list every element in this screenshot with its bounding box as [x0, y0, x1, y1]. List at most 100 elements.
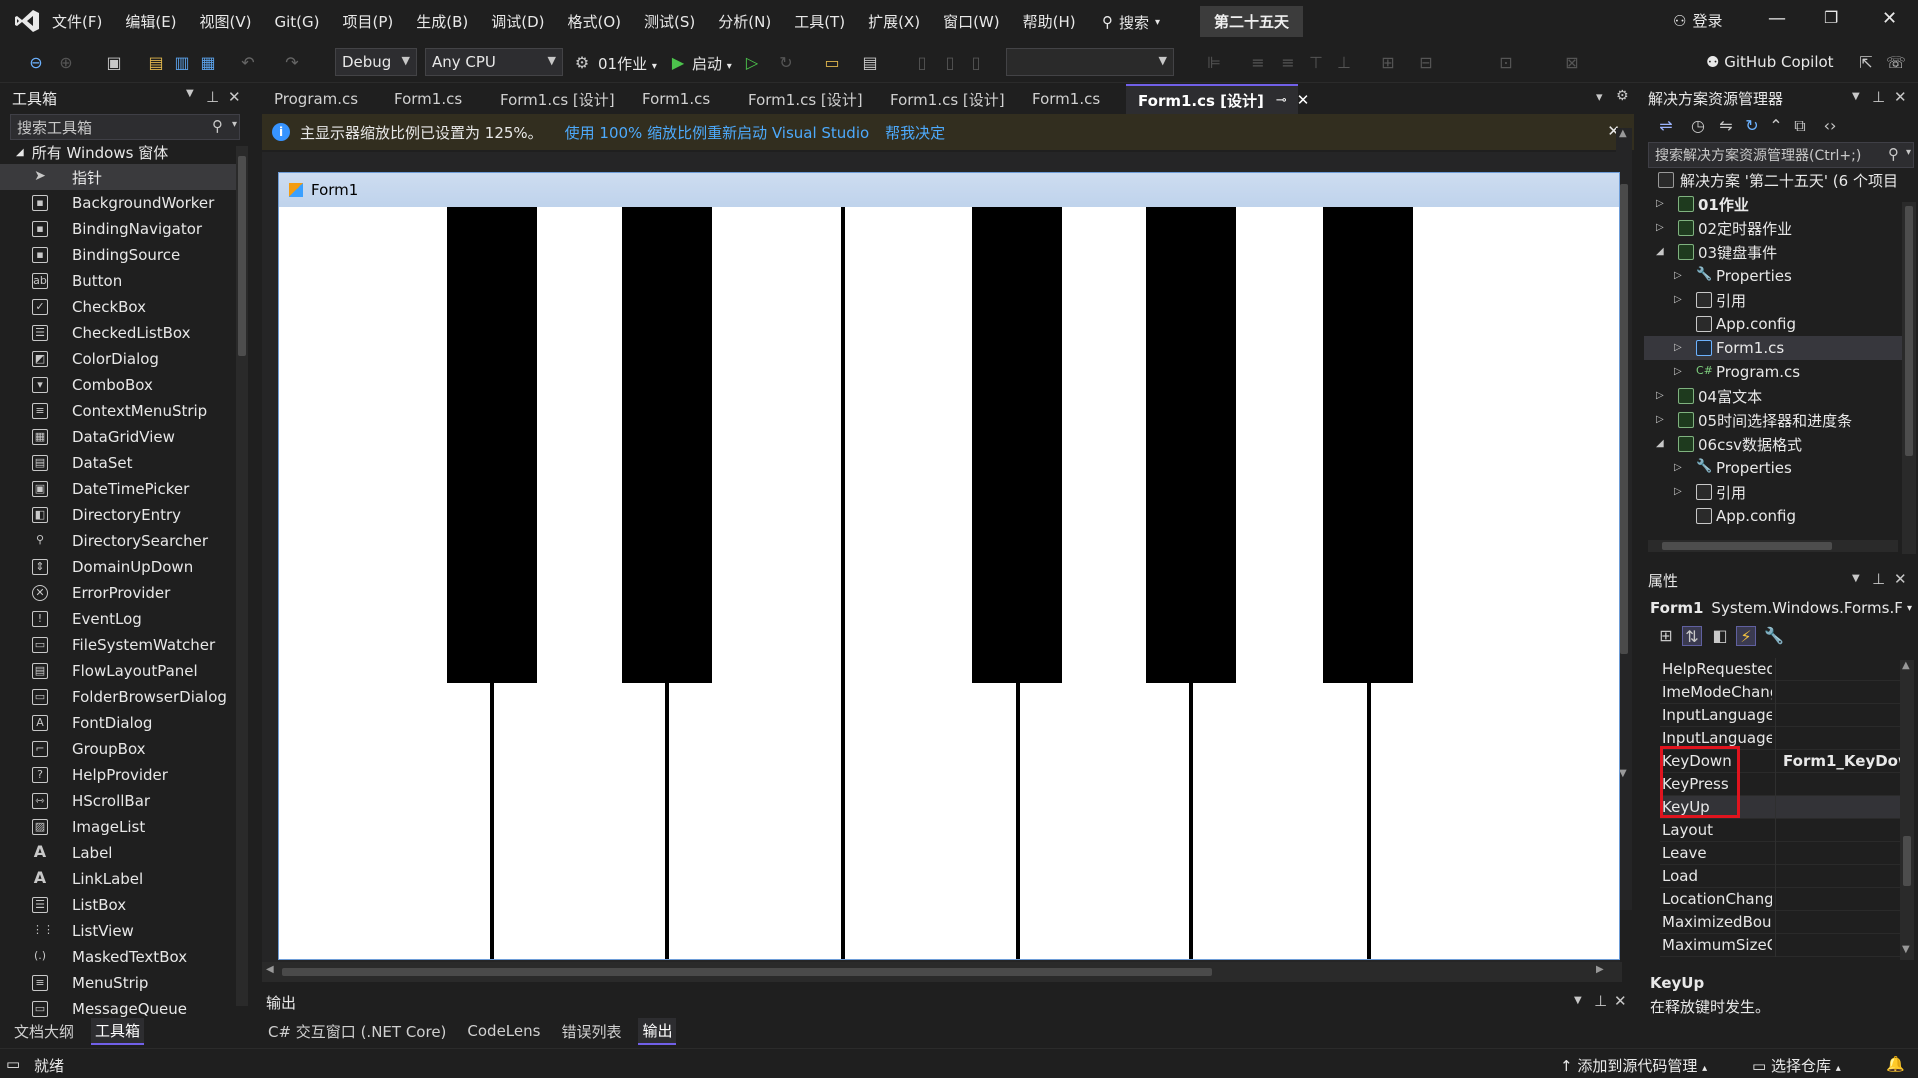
startup-project-select[interactable]: 01作业 ▾: [598, 53, 657, 74]
close-icon[interactable]: ✕: [1614, 992, 1627, 1010]
align-center-icon[interactable]: ≡: [1248, 53, 1268, 73]
toolbox-item-flowlayoutpanel[interactable]: ▤ FlowLayoutPanel: [0, 658, 236, 684]
toolbox-item-combobox[interactable]: ▾ ComboBox: [0, 372, 236, 398]
toolbox-item-dataset[interactable]: ▤ DataSet: [0, 450, 236, 476]
close-icon[interactable]: ✕: [228, 88, 241, 106]
chevron-down-icon[interactable]: ▼: [1852, 91, 1860, 102]
tree-solution[interactable]: 解决方案 '第二十五天' (6 个项目: [1644, 168, 1902, 192]
menu-format[interactable]: 格式(O): [568, 11, 622, 32]
toolbox-item-colordialog[interactable]: ◩ ColorDialog: [0, 346, 236, 372]
toolbox-item-linklabel[interactable]: A LinkLabel: [0, 866, 236, 892]
close-icon[interactable]: ✕: [1894, 570, 1907, 588]
toolbox-item-eventlog[interactable]: ! EventLog: [0, 606, 236, 632]
toolbox-group-header[interactable]: ◢ 所有 Windows 窗体: [0, 140, 250, 164]
black-piano-key[interactable]: [447, 207, 537, 683]
expand-triangle-icon[interactable]: ▷: [1656, 390, 1664, 401]
chevron-down-icon[interactable]: ▼: [1574, 995, 1582, 1006]
solution-search-input[interactable]: 搜索解决方案资源管理器(Ctrl+;) ⚲ ▾: [1648, 142, 1914, 168]
properties-scroll-thumb[interactable]: [1903, 836, 1911, 886]
tree-project-03[interactable]: ◢ 03键盘事件: [1644, 240, 1902, 264]
chevron-down-icon[interactable]: ▼: [1852, 573, 1860, 584]
black-piano-key[interactable]: [622, 207, 712, 683]
tree-references[interactable]: ▷ 引用: [1644, 480, 1902, 504]
toolbox-item-folderbrowserdialog[interactable]: ▭ FolderBrowserDialog: [0, 684, 236, 710]
form1-window[interactable]: Form1: [278, 172, 1620, 960]
solution-name-badge[interactable]: 第二十五天: [1200, 6, 1304, 37]
expand-triangle-icon[interactable]: ▷: [1674, 462, 1682, 473]
toolbox-scrollbar[interactable]: [236, 146, 248, 1006]
toolbox-item-errorprovider[interactable]: ✕ ErrorProvider: [0, 580, 236, 606]
scroll-up-icon[interactable]: ▲: [1619, 128, 1627, 139]
collapse-all-icon[interactable]: ⌃: [1766, 116, 1786, 136]
tab-form1-cs[interactable]: Form1.cs: [630, 84, 736, 114]
tree-references[interactable]: ▷ 引用: [1644, 288, 1902, 312]
sync-icon[interactable]: ⇌: [1656, 116, 1676, 136]
restart-100-link[interactable]: 使用 100% 缩放比例重新启动 Visual Studio: [565, 122, 870, 143]
toolbox-item-groupbox[interactable]: ⌐ GroupBox: [0, 736, 236, 762]
open-file-icon[interactable]: ▤: [146, 53, 166, 73]
tree-project-05[interactable]: ▷ 05时间选择器和进度条: [1644, 408, 1902, 432]
pin-icon[interactable]: ⊸: [1276, 93, 1287, 108]
scroll-right-icon[interactable]: ▶: [1596, 964, 1604, 975]
save-all-icon[interactable]: ▦: [198, 53, 218, 73]
toolbox-item-datagridview[interactable]: ▦ DataGridView: [0, 424, 236, 450]
toolbox-item-fontdialog[interactable]: A FontDialog: [0, 710, 236, 736]
tree-properties[interactable]: ▷ 🔧 Properties: [1644, 456, 1902, 480]
tab-codelens[interactable]: CodeLens: [463, 1020, 544, 1042]
menu-test[interactable]: 测试(S): [644, 11, 695, 32]
solution-scrollbar[interactable]: [1902, 202, 1916, 554]
toolbox-item-bindingnavigator[interactable]: ▪ BindingNavigator: [0, 216, 236, 242]
lock-icon[interactable]: ⊠: [1562, 53, 1582, 73]
toolbox-item-button[interactable]: ab Button: [0, 268, 236, 294]
tab-csharp-interactive[interactable]: C# 交互窗口 (.NET Core): [264, 1019, 450, 1044]
align-right-icon[interactable]: ≡: [1278, 53, 1298, 73]
tree-project-02[interactable]: ▷ 02定时器作业: [1644, 216, 1902, 240]
configuration-select[interactable]: Debug ▼: [335, 48, 417, 76]
tab-document-outline[interactable]: 文档大纲: [10, 1019, 78, 1044]
platform-select[interactable]: Any CPU ▼: [425, 48, 563, 76]
gear-icon[interactable]: ⚙: [1616, 88, 1629, 104]
expand-triangle-icon[interactable]: ▷: [1674, 294, 1682, 305]
property-row[interactable]: ImeModeChanged: [1660, 681, 1900, 704]
pin-icon[interactable]: ⊥: [206, 88, 219, 106]
toolbox-item-contextmenustrip[interactable]: ≡ ContextMenuStrip: [0, 398, 236, 424]
toolbox-item-directoryentry[interactable]: ◧ DirectoryEntry: [0, 502, 236, 528]
toolbox-item-label[interactable]: A Label: [0, 840, 236, 866]
scroll-down-icon[interactable]: ▼: [1619, 768, 1627, 779]
menu-build[interactable]: 生成(B): [416, 11, 468, 32]
toolbox-item-maskedtextbox[interactable]: (.) MaskedTextBox: [0, 944, 236, 970]
layout-icon[interactable]: ▤: [860, 53, 880, 73]
start-button[interactable]: 启动 ▾: [692, 53, 732, 74]
github-copilot-button[interactable]: ⚉ GitHub Copilot: [1706, 53, 1834, 71]
toolbox-item-bindingsource[interactable]: ▪ BindingSource: [0, 242, 236, 268]
collapse-triangle-icon[interactable]: ◢: [1656, 438, 1664, 449]
menu-help[interactable]: 帮助(H): [1023, 11, 1076, 32]
property-row[interactable]: LocationChanged: [1660, 888, 1900, 911]
property-row[interactable]: Load: [1660, 865, 1900, 888]
tab-error-list[interactable]: 错误列表: [557, 1019, 625, 1044]
tree-project-06[interactable]: ◢ 06csv数据格式: [1644, 432, 1902, 456]
menu-edit[interactable]: 编辑(E): [125, 11, 176, 32]
tab-program-cs[interactable]: Program.cs: [262, 84, 382, 114]
undo-icon[interactable]: ↶: [238, 53, 258, 73]
spacing-icon[interactable]: ⊞: [1378, 53, 1398, 73]
properties-icon[interactable]: ◧: [1710, 626, 1730, 646]
size-icon[interactable]: ⊟: [1416, 53, 1436, 73]
toolbox-item-messagequeue[interactable]: ▭ MessageQueue: [0, 996, 236, 1020]
designer-scroll-thumb[interactable]: [1620, 184, 1628, 654]
tree-program-cs[interactable]: ▷ C# Program.cs: [1644, 360, 1902, 384]
save-icon[interactable]: ▥: [172, 53, 192, 73]
navigate-back-icon[interactable]: ⊖: [26, 53, 46, 73]
black-piano-key[interactable]: [1146, 207, 1236, 683]
format-target-select[interactable]: ▼: [1006, 48, 1174, 76]
add-to-source-control-button[interactable]: ↑ 添加到源代码管理 ▴: [1560, 1055, 1707, 1076]
new-project-icon[interactable]: ▣: [104, 53, 124, 73]
expand-triangle-icon[interactable]: ▷: [1674, 270, 1682, 281]
align-left-icon[interactable]: ⊫: [1204, 53, 1224, 73]
menu-window[interactable]: 窗口(W): [943, 11, 1000, 32]
login-button[interactable]: ⚇ 登录: [1673, 10, 1722, 31]
scroll-up-icon[interactable]: ▲: [1902, 660, 1910, 671]
toolbox-item-directorysearcher[interactable]: ⚲ DirectorySearcher: [0, 528, 236, 554]
refresh-icon[interactable]: ↻: [1742, 116, 1762, 136]
toolbox-item-imagelist[interactable]: ▨ ImageList: [0, 814, 236, 840]
